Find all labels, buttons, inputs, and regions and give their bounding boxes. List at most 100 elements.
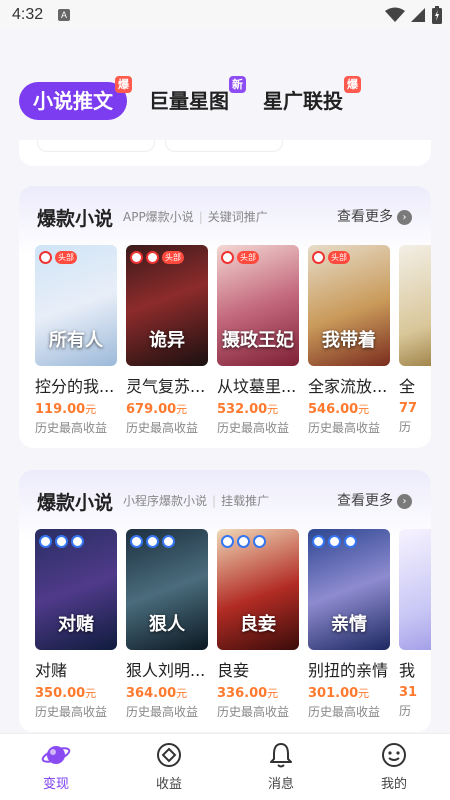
hot-badge: 爆 xyxy=(344,76,361,93)
price-value: 532.00 xyxy=(217,402,268,417)
bell-icon xyxy=(266,740,296,770)
platform-icon xyxy=(39,535,52,548)
book-cover: 对赌 xyxy=(35,529,117,650)
tab-label: 星广联投 xyxy=(263,89,343,113)
subtitle-method: 关键词推广 xyxy=(207,210,268,224)
view-more-label: 查看更多 xyxy=(337,209,393,225)
book-price: 350.00元 xyxy=(35,685,117,701)
subtitle-divider: | xyxy=(198,210,203,224)
price-unit: 元 xyxy=(85,687,97,700)
status-bar: 4:32 A xyxy=(0,0,450,30)
cover-title: 摄政王妃 xyxy=(222,330,294,351)
platform-icon xyxy=(162,535,175,548)
cover-title: 亲情 xyxy=(331,614,367,635)
book-cover xyxy=(399,245,431,366)
new-badge: 新 xyxy=(229,76,246,93)
price-value: 546.00 xyxy=(308,402,359,417)
bottom-nav-bar: 变现 收益 消息 我的 xyxy=(0,733,450,800)
book-name: 从坟墓里... xyxy=(217,377,297,396)
book-card[interactable]: 全 77 历 xyxy=(399,245,431,435)
tab-xingguang-liantou[interactable]: 星广联投 爆 xyxy=(263,76,361,120)
book-card[interactable]: 头部 所有人 控分的我... 119.00元 历史最高收益 xyxy=(35,245,117,435)
cover-tag: 头部 xyxy=(237,251,259,264)
book-caption: 历史最高收益 xyxy=(126,421,199,435)
smiley-icon xyxy=(379,740,409,770)
book-caption: 历史最高收益 xyxy=(126,705,199,719)
book-card[interactable]: 头部 诡异 灵气复苏... 679.00元 历史最高收益 xyxy=(126,245,208,435)
book-caption: 历史最高收益 xyxy=(308,705,381,719)
book-card[interactable]: 头部 摄政王妃 从坟墓里... 532.00元 历史最高收益 xyxy=(217,245,299,435)
subtitle-method: 挂载推广 xyxy=(221,494,270,508)
platform-icon xyxy=(221,535,234,548)
book-cover: 头部 所有人 xyxy=(35,245,117,366)
section-title: 爆款小说 xyxy=(37,492,114,514)
section-app-novels: 爆款小说 APP爆款小说 | 关键词推广 查看更多 › 头部 所有人 控分的我... … xyxy=(19,186,431,448)
book-card[interactable]: 对赌 对赌 350.00元 历史最高收益 xyxy=(35,529,117,719)
platform-icon xyxy=(146,535,159,548)
nav-item-shouyi[interactable]: 收益 xyxy=(139,740,199,792)
subtitle-category: APP爆款小说 xyxy=(123,210,194,224)
nav-label: 消息 xyxy=(267,777,294,792)
platform-icon xyxy=(344,535,357,548)
nav-item-bianxian[interactable]: 变现 xyxy=(26,740,86,792)
book-name: 全 xyxy=(399,377,416,396)
tab-juliang-xingtu[interactable]: 巨量星图 新 xyxy=(149,76,246,120)
book-caption: 历史最高收益 xyxy=(308,421,381,435)
book-name: 别扭的亲情 xyxy=(308,661,389,680)
flag-icon xyxy=(221,251,234,264)
book-price: 679.00元 xyxy=(126,401,208,417)
book-name: 我 xyxy=(399,661,416,680)
price-unit: 元 xyxy=(267,687,279,700)
nav-label: 我的 xyxy=(380,777,407,792)
flag-icon xyxy=(312,251,325,264)
book-price: 119.00元 xyxy=(35,401,117,417)
previous-card-edge xyxy=(19,140,431,166)
book-caption: 历 xyxy=(399,420,412,434)
book-card[interactable]: 狠人 狠人刘明... 364.00元 历史最高收益 xyxy=(126,529,208,719)
book-caption: 历史最高收益 xyxy=(35,421,108,435)
subtitle-divider: | xyxy=(212,494,217,508)
book-card[interactable]: 头部 我带着 全家流放... 546.00元 历史最高收益 xyxy=(308,245,390,435)
section-title: 爆款小说 xyxy=(37,208,114,230)
cover-title: 诡异 xyxy=(149,330,185,351)
cover-tag: 头部 xyxy=(55,251,77,264)
flag-icon xyxy=(130,251,143,264)
nav-item-wode[interactable]: 我的 xyxy=(364,740,424,792)
platform-icon xyxy=(253,535,266,548)
book-name: 对赌 xyxy=(35,661,68,680)
book-cover: 头部 我带着 xyxy=(308,245,390,366)
chevron-right-icon: › xyxy=(397,494,412,509)
view-more-link[interactable]: 查看更多 › xyxy=(337,490,412,510)
book-caption: 历史最高收益 xyxy=(35,705,108,719)
coin-icon xyxy=(154,740,184,770)
book-cover: 头部 摄政王妃 xyxy=(217,245,299,366)
book-name: 狠人刘明... xyxy=(126,661,206,680)
book-caption: 历史最高收益 xyxy=(217,705,290,719)
status-time: 4:32 xyxy=(12,6,44,23)
book-price: 31 xyxy=(399,685,431,700)
book-card[interactable]: 亲情 别扭的亲情 301.00元 历史最高收益 xyxy=(308,529,390,719)
tab-xiaoshuo-tuiwen[interactable]: 小说推文 爆 xyxy=(19,76,132,120)
price-unit: 元 xyxy=(358,403,370,416)
hot-badge: 爆 xyxy=(115,76,132,93)
book-card[interactable]: 良妾 良妾 336.00元 历史最高收益 xyxy=(217,529,299,719)
nav-item-xiaoxi[interactable]: 消息 xyxy=(251,740,311,792)
price-unit: 元 xyxy=(85,403,97,416)
cover-tag: 头部 xyxy=(162,251,184,264)
book-card[interactable]: 我 31 历 xyxy=(399,529,431,719)
platform-icon xyxy=(328,535,341,548)
nav-label: 收益 xyxy=(155,777,182,792)
price-unit: 元 xyxy=(267,403,279,416)
price-unit: 元 xyxy=(176,687,188,700)
book-name: 控分的我... xyxy=(35,377,115,396)
book-price: 77 xyxy=(399,401,431,416)
chevron-right-icon: › xyxy=(397,210,412,225)
price-value: 77 xyxy=(399,401,418,416)
section-subtitle: 小程序爆款小说 | 挂载推广 xyxy=(123,492,269,509)
price-value: 364.00 xyxy=(126,686,177,701)
section-miniprogram-novels: 爆款小说 小程序爆款小说 | 挂载推广 查看更多 › 对赌 对赌 350.00元 历史… xyxy=(19,470,431,732)
view-more-link[interactable]: 查看更多 › xyxy=(337,206,412,226)
book-cover: 狠人 xyxy=(126,529,208,650)
cover-title: 狠人 xyxy=(149,614,185,635)
book-list: 对赌 对赌 350.00元 历史最高收益 狠人 狠人刘明... 364.00元 … xyxy=(35,529,431,719)
